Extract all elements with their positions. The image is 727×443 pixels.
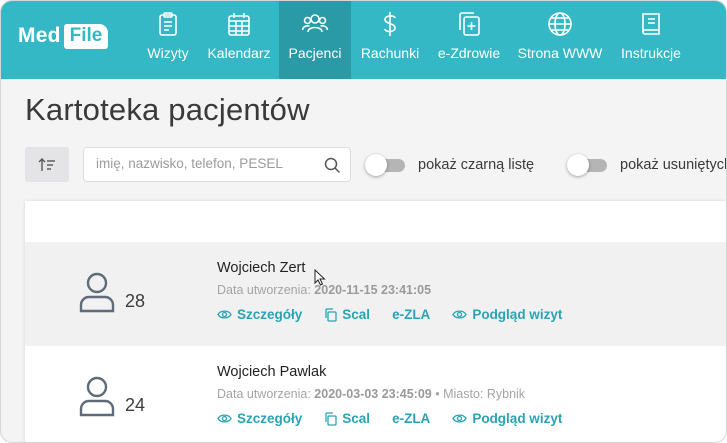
- copy-icon: [325, 411, 337, 426]
- preview-visits-link[interactable]: Podgląd wizyt: [452, 411, 562, 426]
- page-title: Kartoteka pacjentów: [25, 92, 310, 127]
- details-label: Szczegóły: [237, 307, 303, 322]
- visit-count: 28: [125, 291, 146, 311]
- merge-link[interactable]: Scal: [324, 307, 370, 322]
- nav-label: Instrukcje: [621, 45, 681, 61]
- patient-meta: Data utworzenia: 2020-03-03 23:45:09 • M…: [217, 387, 525, 401]
- preview-label: Podgląd wizyt: [472, 307, 563, 322]
- users-icon: [301, 14, 329, 33]
- search-box: [83, 147, 351, 182]
- ezla-label: e-ZLA: [392, 307, 431, 322]
- blacklist-label: pokaż czarną listę: [418, 157, 535, 173]
- patient-row[interactable]: 24 Wojciech Pawlak Data utworzenia: 2020…: [25, 346, 726, 442]
- created-label: Data utworzenia:: [217, 387, 311, 401]
- sort-icon: [38, 157, 55, 171]
- ezla-link[interactable]: e-ZLA: [392, 411, 430, 426]
- patient-actions: Szczegóły Scal e-ZLA Podgląd wizyt: [217, 307, 584, 322]
- main-menu: Wizyty Kalendarz Pacjenci Rachunki e-Zdr…: [137, 1, 691, 79]
- eye-icon: [452, 414, 468, 423]
- merge-link[interactable]: Scal: [324, 411, 370, 426]
- created-date: 2020-11-15 23:41:05: [314, 283, 432, 297]
- person-icon: [79, 376, 115, 417]
- nav-label: Strona WWW: [517, 45, 603, 61]
- ezla-link[interactable]: e-ZLA: [392, 307, 430, 322]
- nav-item-e-zdrowie[interactable]: e-Zdrowie: [429, 1, 509, 79]
- logo-text-file: File: [63, 23, 109, 49]
- mouse-cursor-icon: [314, 269, 326, 286]
- patient-name[interactable]: Wojciech Zert: [217, 260, 305, 276]
- merge-label: Scal: [342, 307, 371, 322]
- clipboard-icon: [159, 12, 177, 36]
- eye-icon: [217, 414, 232, 423]
- preview-label: Podgląd wizyt: [472, 411, 563, 426]
- nav-item-pacjenci[interactable]: Pacjenci: [279, 1, 351, 79]
- created-date: 2020-03-03 23:45:09: [314, 387, 432, 401]
- top-navigation: Med File Wizyty Kalendarz Pacjenci Rachu…: [1, 1, 726, 79]
- patient-extra: • Miasto: Rybnik: [435, 387, 526, 401]
- switch-knob: [365, 154, 387, 176]
- details-link[interactable]: Szczegóły: [217, 307, 302, 322]
- medical-copy-icon: [459, 12, 480, 36]
- logo-text-med: Med: [18, 24, 61, 47]
- nav-item-instrukcje[interactable]: Instrukcje: [611, 1, 691, 79]
- deleted-label: pokaż usuniętych: [620, 157, 727, 173]
- dollar-icon: [384, 12, 396, 36]
- patient-row[interactable]: 28 Wojciech Zert Data utworzenia: 2020-1…: [25, 242, 726, 346]
- nav-item-wizyty[interactable]: Wizyty: [137, 1, 199, 79]
- visit-count: 24: [125, 395, 146, 415]
- merge-label: Scal: [342, 411, 371, 426]
- sort-button[interactable]: [25, 147, 69, 182]
- details-link[interactable]: Szczegóły: [217, 411, 302, 426]
- nav-label: e-Zdrowie: [437, 45, 501, 61]
- person-icon: [79, 272, 115, 313]
- blacklist-switch[interactable]: [365, 154, 407, 176]
- book-icon: [642, 13, 660, 35]
- nav-item-strona-www[interactable]: Strona WWW: [509, 1, 611, 79]
- nav-label: Kalendarz: [207, 45, 271, 61]
- copy-icon: [325, 307, 337, 322]
- created-label: Data utworzenia:: [217, 283, 311, 297]
- calendar-icon: [228, 13, 250, 36]
- globe-icon: [548, 12, 572, 36]
- switch-knob: [567, 154, 589, 176]
- ezla-label: e-ZLA: [392, 411, 431, 426]
- app-window: Med File Wizyty Kalendarz Pacjenci Rachu…: [0, 0, 727, 443]
- deleted-switch[interactable]: [567, 154, 609, 176]
- logo[interactable]: Med File: [18, 21, 109, 51]
- blacklist-toggle[interactable]: pokaż czarną listę: [365, 154, 534, 176]
- nav-label: Rachunki: [360, 45, 420, 61]
- deleted-toggle[interactable]: pokaż usuniętych: [567, 154, 727, 176]
- details-label: Szczegóły: [237, 411, 303, 426]
- preview-visits-link[interactable]: Podgląd wizyt: [452, 307, 562, 322]
- eye-icon: [217, 310, 232, 319]
- nav-label: Wizyty: [147, 45, 189, 61]
- patient-name[interactable]: Wojciech Pawlak: [217, 364, 326, 380]
- patient-list: 28 Wojciech Zert Data utworzenia: 2020-1…: [25, 201, 726, 442]
- nav-label: Pacjenci: [288, 45, 342, 61]
- eye-icon: [452, 310, 468, 319]
- search-icon[interactable]: [324, 157, 341, 174]
- search-input[interactable]: [96, 156, 316, 171]
- nav-item-rachunki[interactable]: Rachunki: [351, 1, 429, 79]
- patient-actions: Szczegóły Scal e-ZLA Podgląd wizyt: [217, 411, 584, 426]
- nav-item-kalendarz[interactable]: Kalendarz: [199, 1, 279, 79]
